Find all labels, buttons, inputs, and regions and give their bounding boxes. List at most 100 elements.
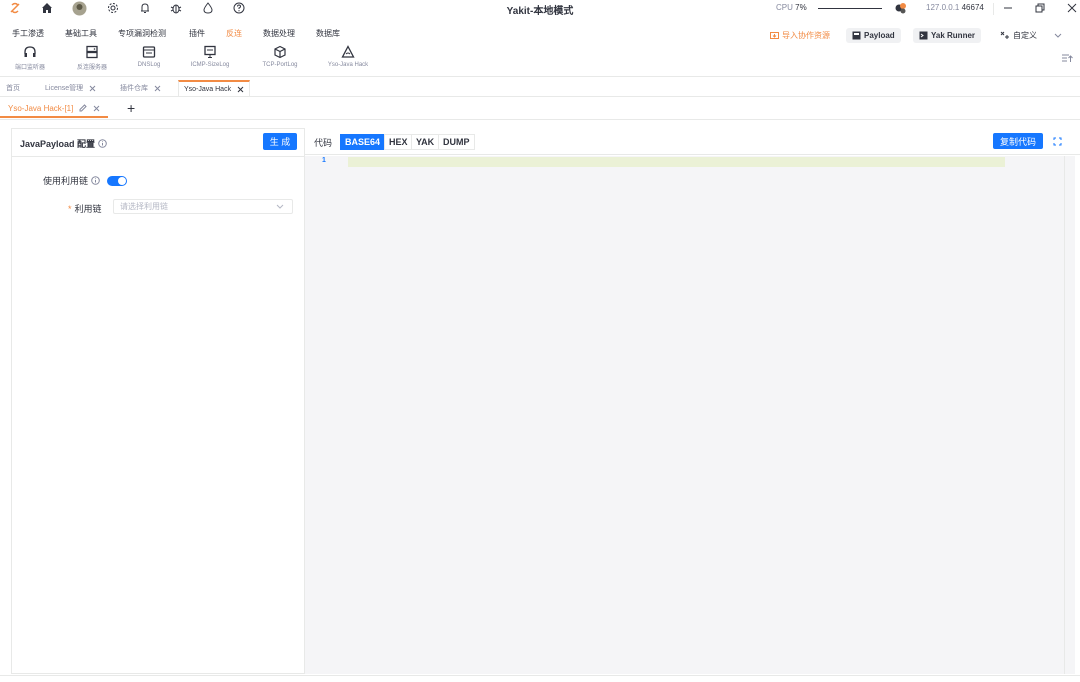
tab-label: 插件仓库 [120,85,148,92]
tab-yso-java-hack[interactable]: Yso-Java Hack [178,80,251,96]
box-icon [255,45,305,61]
yakit-logo-icon[interactable] [7,0,23,16]
close-icon[interactable] [89,85,96,92]
add-tab-button[interactable]: + [127,100,135,116]
customize-icon [1000,31,1010,40]
close-icon[interactable] [93,105,100,112]
tab-label: 首页 [6,85,20,92]
fullscreen-icon[interactable] [1053,137,1062,146]
import-resources-label: 导入协作资源 [782,31,830,40]
help-icon[interactable] [231,0,247,16]
close-icon[interactable] [237,86,244,93]
divider [12,156,304,157]
menu-basic-tools[interactable]: 基础工具 [65,28,97,39]
chain-select-placeholder: 请选择利用链 [120,202,168,211]
tab-license[interactable]: License管理 [40,80,101,96]
use-chain-toggle[interactable] [107,175,128,186]
close-icon[interactable] [154,85,161,92]
current-line-highlight [348,157,1005,167]
code-label: 代码 [314,138,333,148]
copy-code-button[interactable]: 复制代码 [993,133,1043,149]
tab-plugin-store[interactable]: 插件仓库 [115,80,166,96]
edit-icon[interactable] [79,104,88,112]
cpu-label: CPU 7% [776,3,807,12]
tool-yso-java-hack[interactable]: Yso-Java Hack [323,45,373,68]
tool-port-listener[interactable]: 端口监听器 [5,45,55,71]
plugin-drop-icon[interactable] [200,0,216,16]
minimize-icon[interactable] [1000,0,1016,16]
divider [0,119,1080,120]
chain-select[interactable]: 请选择利用链 [113,199,293,214]
yak-runner-button[interactable]: Yak Runner [913,28,982,43]
home-icon[interactable] [39,0,55,16]
import-icon [770,31,779,40]
tool-dnslog[interactable]: DNSLog [124,45,174,68]
generate-button[interactable]: 生 成 [263,133,297,150]
headset-icon [5,45,55,61]
use-chain-row: 使用利用链 [43,174,128,187]
sub-tab-yso-java-hack-1[interactable]: Yso-Java Hack-[1] [0,100,109,118]
terminal-icon [919,31,928,40]
format-base64[interactable]: BASE64 [340,134,386,150]
restore-icon[interactable] [1032,0,1048,16]
yak-runner-label: Yak Runner [931,31,976,40]
tool-icmp-sizelog[interactable]: ICMP-SizeLog [185,45,235,68]
divider [0,675,1080,676]
tab-label: License管理 [45,85,84,92]
engine-status-icon[interactable] [893,0,909,16]
payload-icon [852,31,861,40]
payload-label: Payload [864,31,895,40]
code-editor[interactable] [305,156,1075,674]
menu-reverse[interactable]: 反连 [226,28,242,39]
chain-field-label: * 利用链 [68,202,102,215]
monitor-icon [185,45,235,61]
avatar[interactable] [71,0,87,16]
config-title-text: JavaPayload 配置 [20,139,96,149]
bell-icon[interactable] [137,0,153,16]
divider [0,76,1080,77]
tool-tcp-portlog[interactable]: TCP-PortLog [255,45,305,68]
customize-button[interactable]: 自定义 [994,28,1068,43]
format-hex[interactable]: HEX [384,134,413,150]
menu-plugins[interactable]: 插件 [189,28,205,39]
java-icon [323,45,373,61]
close-window-icon[interactable] [1064,0,1080,16]
sub-tab-label: Yso-Java Hack-[1] [8,103,74,113]
tool-label: TCP-PortLog [262,62,298,68]
bug-icon[interactable] [168,0,184,16]
divider [993,3,994,15]
tool-label: 端口监听器 [14,65,45,71]
settings-gear-icon[interactable] [105,0,121,16]
tool-label: 反连服务器 [76,65,107,71]
payload-config-panel: JavaPayload 配置 生 成 使用利用链 * 利用链 请选择利用链 [11,128,305,674]
menu-manual-pentest[interactable]: 手工渗透 [12,28,44,39]
tool-label: DNSLog [137,62,161,68]
server-icon [67,45,117,61]
app-title: Yakit-本地模式 [506,6,574,17]
tool-label: ICMP-SizeLog [190,62,230,68]
title-bar: Yakit-本地模式 CPU 7% 127.0.0.1 46674 [0,0,1080,18]
menu-data-processing[interactable]: 数据处理 [263,28,295,39]
import-resources-button[interactable]: 导入协作资源 [764,28,836,43]
tab-label: Yso-Java Hack [184,85,232,93]
cpu-usage-line [818,8,882,9]
menu-vuln-detection[interactable]: 专项漏洞检测 [118,28,166,39]
dnslog-icon [124,45,174,61]
info-icon[interactable] [91,176,100,185]
collapse-toolbar-icon[interactable] [1061,52,1073,64]
info-icon[interactable] [98,139,107,148]
tool-label: Yso-Java Hack [327,62,369,68]
divider [0,96,1080,97]
use-chain-label: 使用利用链 [43,176,89,186]
config-title: JavaPayload 配置 [20,137,107,150]
format-dump[interactable]: DUMP [438,134,475,150]
customize-label: 自定义 [1013,31,1037,40]
chevron-down-icon [276,204,284,210]
tool-reverse-server[interactable]: 反连服务器 [67,45,117,71]
payload-button[interactable]: Payload [846,28,901,43]
required-mark: * [68,203,72,214]
editor-scrollbar[interactable] [1064,156,1075,674]
tab-home[interactable]: 首页 [1,80,25,96]
menu-database[interactable]: 数据库 [316,28,340,39]
format-yak[interactable]: YAK [411,134,440,150]
